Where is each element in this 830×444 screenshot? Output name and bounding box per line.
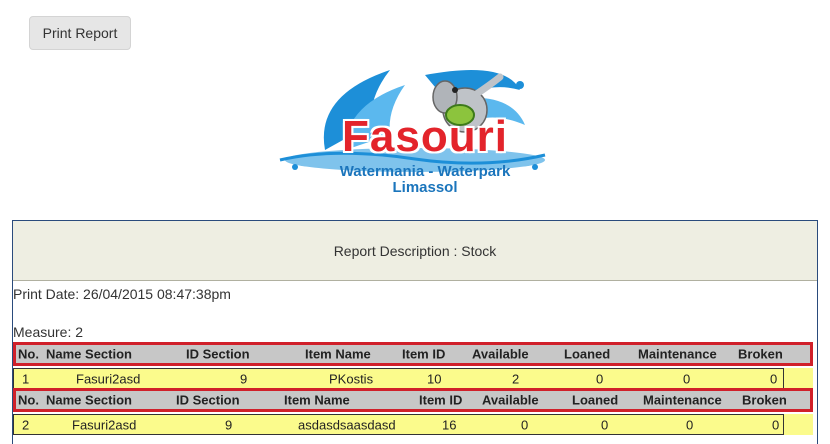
header-loaned: Loaned [564, 346, 611, 362]
header-item-name: Item Name [284, 392, 350, 408]
cell-loaned: 0 [601, 417, 609, 432]
logo-subtitle: Watermania - Waterpark [339, 163, 511, 180]
cell-available: 2 [512, 371, 520, 386]
cell-broken: 0 [772, 417, 780, 432]
header-name-section: Name Section [46, 346, 132, 362]
cell-id-section: 9 [225, 417, 233, 432]
cell-maintenance: 0 [683, 371, 691, 386]
header-available: Available [472, 346, 529, 362]
header-id-section: ID Section [186, 346, 250, 362]
header-no: No. [18, 392, 39, 408]
cell-no: 1 [22, 371, 30, 386]
cell-no: 2 [22, 417, 30, 432]
cell-item-name: asdasdsaasdasd [298, 417, 396, 432]
cell-loaned: 0 [596, 371, 604, 386]
cell-name-section: Fasuri2asd [72, 417, 137, 432]
cell-item-id: 10 [427, 371, 442, 386]
cell-id-section: 9 [240, 371, 248, 386]
table-row: 1 Fasuri2asd 9 PKostis 10 2 0 0 0 [13, 368, 813, 389]
header-available: Available [482, 392, 539, 408]
header-loaned: Loaned [572, 392, 619, 408]
cell-item-name: PKostis [329, 371, 374, 386]
header-maintenance: Maintenance [643, 392, 722, 408]
table-header-row: No. Name Section ID Section Item Name It… [13, 342, 813, 366]
cell-name-section: Fasuri2asd [76, 371, 141, 386]
table-header-row: No. Name Section ID Section Item Name It… [13, 388, 813, 412]
header-broken: Broken [738, 346, 783, 362]
logo-title: Fasouri [342, 112, 508, 161]
report-description: Report Description : Stock [13, 221, 817, 281]
header-item-name: Item Name [305, 346, 371, 362]
header-item-id: Item ID [402, 346, 446, 362]
header-broken: Broken [742, 392, 787, 408]
cell-available: 0 [521, 417, 529, 432]
header-name-section: Name Section [46, 392, 132, 408]
measure-count: Measure: 2 [13, 324, 84, 340]
cell-item-id: 16 [442, 417, 457, 432]
print-date: Print Date: 26/04/2015 08:47:38pm [13, 286, 231, 302]
cell-maintenance: 0 [686, 417, 694, 432]
cell-broken: 0 [770, 371, 778, 386]
header-id-section: ID Section [176, 392, 240, 408]
print-report-button[interactable]: Print Report [29, 16, 131, 50]
header-maintenance: Maintenance [638, 346, 717, 362]
logo-location: Limassol [392, 179, 458, 196]
header-item-id: Item ID [419, 392, 463, 408]
table-row: 2 Fasuri2asd 9 asdasdsaasdasd 16 0 0 0 0 [13, 414, 813, 435]
header-no: No. [18, 346, 39, 362]
